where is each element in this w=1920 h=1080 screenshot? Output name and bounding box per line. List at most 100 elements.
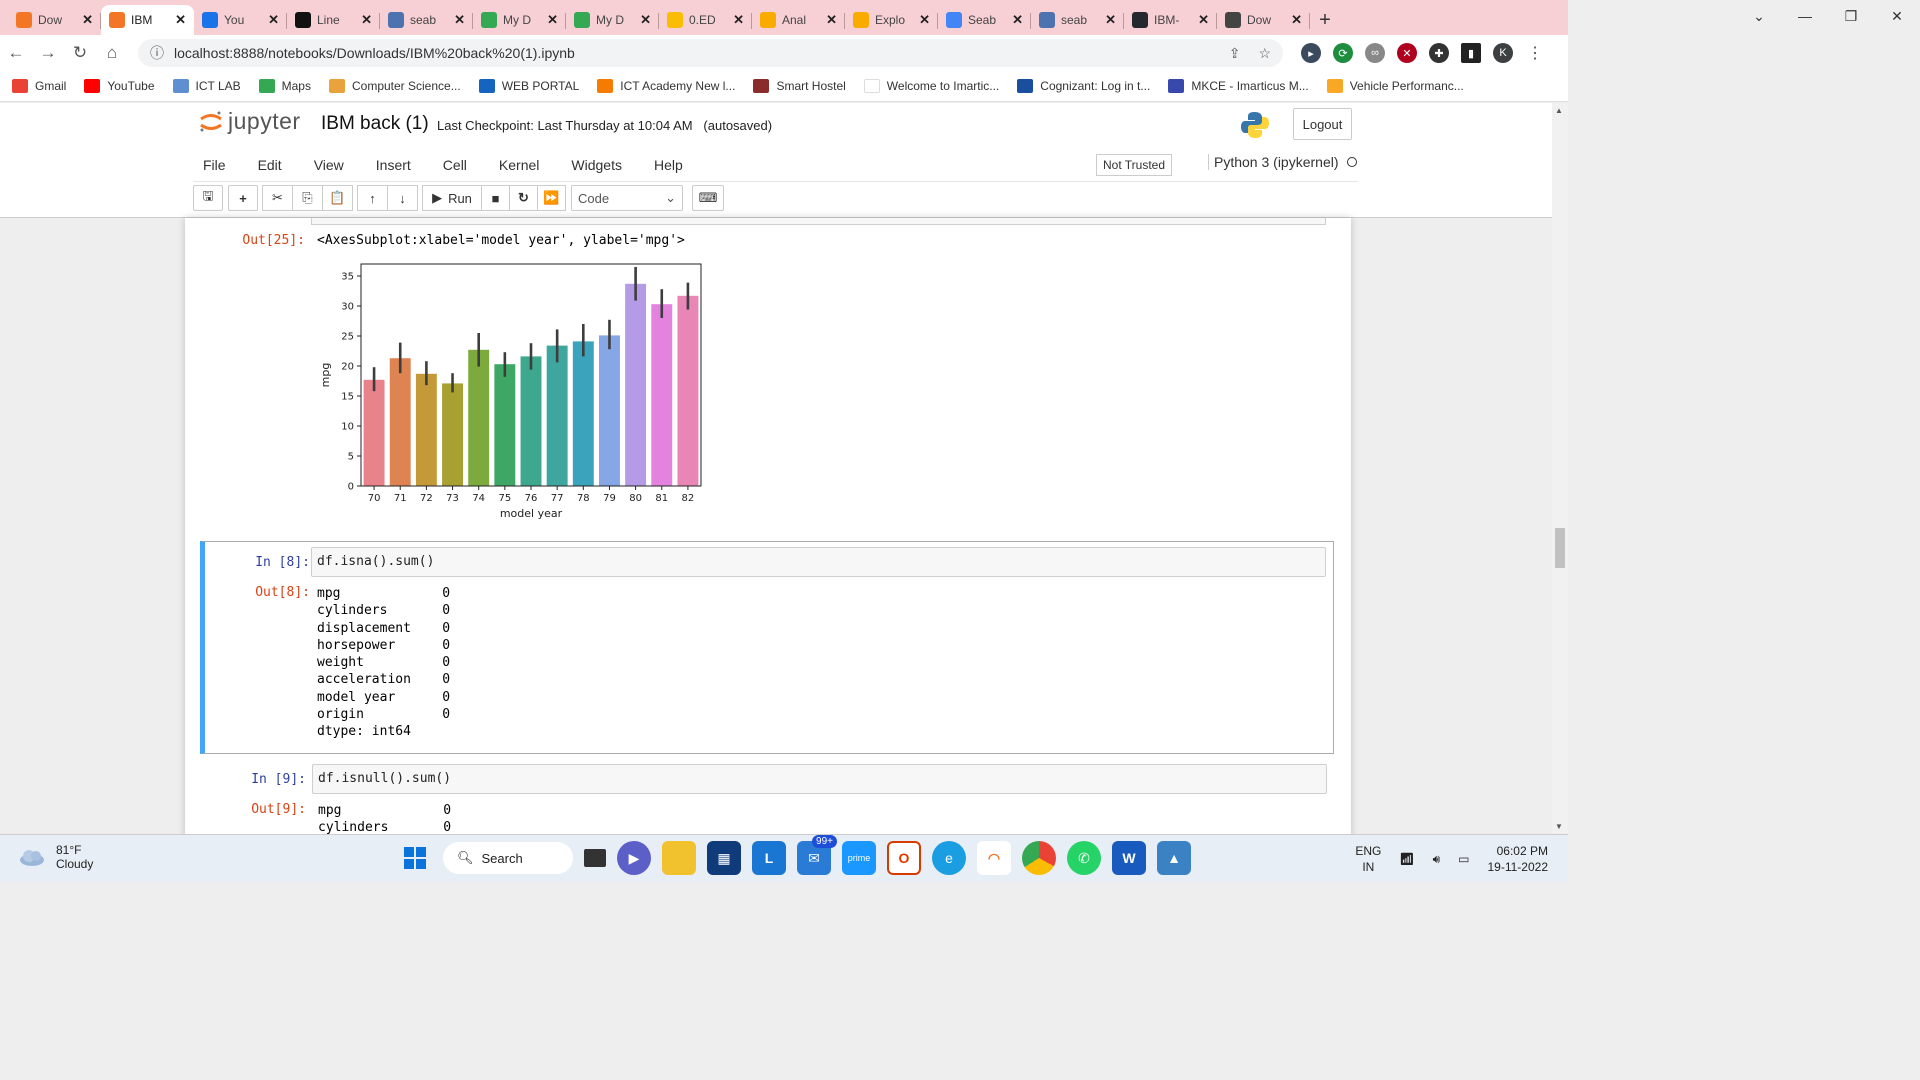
extension-icon[interactable]: ✕	[1397, 43, 1417, 63]
extension-icon[interactable]: ▸	[1301, 43, 1321, 63]
browser-tab[interactable]: Anal ✕	[752, 5, 845, 35]
browser-tab[interactable]: IBM ✕	[101, 5, 194, 35]
puzzle-icon[interactable]: ✚	[1429, 43, 1449, 63]
prime-video-icon[interactable]: prime	[842, 841, 876, 875]
browser-tab[interactable]: Dow ✕	[8, 5, 101, 35]
save-icon[interactable]: 🖫	[193, 185, 223, 211]
back-icon[interactable]: ←	[0, 43, 32, 63]
kebab-menu-icon[interactable]: ⋮	[1525, 43, 1545, 63]
code-input[interactable]: df.isnull().sum()	[312, 764, 1327, 794]
bookmark-item[interactable]: WEB PORTAL	[478, 79, 579, 93]
edge-icon[interactable]: e	[932, 841, 966, 875]
whatsapp-icon[interactable]: ✆	[1067, 841, 1101, 875]
menu-cell[interactable]: Cell	[443, 157, 483, 173]
mail-icon[interactable]: ✉ 99+	[797, 835, 837, 875]
menu-edit[interactable]: Edit	[258, 157, 298, 173]
bookmark-item[interactable]: Maps	[258, 79, 311, 93]
forward-icon[interactable]: →	[32, 43, 64, 63]
wifi-icon[interactable]: 📶︎	[1399, 852, 1414, 866]
weather-widget[interactable]: 81°F Cloudy	[18, 843, 93, 871]
profile-avatar[interactable]: K	[1493, 43, 1513, 63]
paste-icon[interactable]: 📋	[322, 185, 353, 211]
microsoft-store-icon[interactable]: ▦	[707, 841, 741, 875]
bookmark-item[interactable]: Smart Hostel	[753, 79, 846, 93]
home-icon[interactable]: ⌂	[96, 43, 128, 63]
close-tab-icon[interactable]: ✕	[1198, 12, 1209, 28]
copy-icon[interactable]: ⎘	[292, 185, 323, 211]
browser-tab[interactable]: Explo ✕	[845, 5, 938, 35]
bookmark-item[interactable]: ICT Academy New l...	[597, 79, 735, 93]
photos-icon[interactable]: ▲	[1157, 841, 1191, 875]
browser-tab[interactable]: seab ✕	[380, 5, 473, 35]
code-input[interactable]: df.isna().sum()	[311, 547, 1326, 577]
interrupt-icon[interactable]: ■	[481, 185, 510, 211]
office-icon[interactable]: O	[887, 841, 921, 875]
bookmark-item[interactable]: Computer Science...	[328, 79, 461, 93]
language-indicator[interactable]: ENG IN	[1355, 843, 1381, 875]
run-button[interactable]: ▶ Run	[422, 185, 482, 211]
close-tab-icon[interactable]: ✕	[361, 12, 372, 28]
move-up-icon[interactable]: ↑	[357, 185, 388, 211]
extension-icon[interactable]: ⟳	[1333, 43, 1353, 63]
notebook-cell-selected[interactable]: In [8]: df.isna().sum() Out[8]: mpg 0 cy…	[200, 541, 1334, 754]
bookmark-item[interactable]: Welcome to Imartic...	[863, 79, 999, 93]
keyboard-icon[interactable]: ⌨	[692, 185, 724, 211]
word-icon[interactable]: W	[1112, 841, 1146, 875]
close-tab-icon[interactable]: ✕	[733, 12, 744, 28]
share-icon[interactable]: ⇪	[1229, 45, 1241, 62]
minimize-button[interactable]: —	[1782, 0, 1828, 32]
close-tab-icon[interactable]: ✕	[1012, 12, 1023, 28]
task-view-icon[interactable]	[584, 849, 606, 867]
close-tab-icon[interactable]: ✕	[1105, 12, 1116, 28]
bookmark-item[interactable]: Vehicle Performanc...	[1326, 79, 1464, 93]
notebook-cell[interactable]: In [9]: df.isnull().sum() Out[9]: mpg 0 …	[200, 758, 1334, 834]
new-tab-button[interactable]: +	[1310, 5, 1340, 35]
close-tab-icon[interactable]: ✕	[268, 12, 279, 28]
tab-search-icon[interactable]: ⌄	[1736, 0, 1782, 32]
restore-button[interactable]: ❐	[1828, 0, 1874, 32]
move-down-icon[interactable]: ↓	[387, 185, 418, 211]
cell-type-select[interactable]: Code ⌄	[571, 185, 683, 211]
notebook-name[interactable]: IBM back (1)	[321, 113, 429, 135]
close-tab-icon[interactable]: ✕	[82, 12, 93, 28]
scroll-up-icon[interactable]: ▲	[1555, 106, 1563, 115]
teams-chat-icon[interactable]: ▶	[617, 841, 651, 875]
browser-tab[interactable]: You ✕	[194, 5, 287, 35]
close-tab-icon[interactable]: ✕	[175, 12, 186, 28]
browser-tab[interactable]: My D ✕	[473, 5, 566, 35]
extension-icon[interactable]: ∞	[1365, 43, 1385, 63]
bookmark-star-icon[interactable]: ☆	[1258, 45, 1271, 62]
file-explorer-icon[interactable]	[662, 841, 696, 875]
windows-start-icon[interactable]	[398, 841, 432, 875]
bookmark-item[interactable]: ICT LAB	[172, 79, 241, 93]
close-tab-icon[interactable]: ✕	[640, 12, 651, 28]
clock[interactable]: 06:02 PM 19-11-2022	[1488, 843, 1549, 875]
trust-indicator[interactable]: Not Trusted	[1096, 154, 1173, 176]
reload-icon[interactable]: ↻	[64, 43, 96, 63]
restart-run-all-icon[interactable]: ⏩	[537, 185, 566, 211]
scrollbar-thumb[interactable]	[1555, 528, 1565, 568]
page-scrollbar[interactable]: ▲ ▼	[1552, 103, 1568, 834]
menu-widgets[interactable]: Widgets	[571, 157, 638, 173]
browser-tab[interactable]: My D ✕	[566, 5, 659, 35]
cut-icon[interactable]: ✂	[262, 185, 293, 211]
menu-kernel[interactable]: Kernel	[499, 157, 555, 173]
browser-tab[interactable]: Seab ✕	[938, 5, 1031, 35]
taskbar-search[interactable]: 🔍︎ Search	[443, 842, 573, 874]
browser-tab[interactable]: 0.ED ✕	[659, 5, 752, 35]
close-tab-icon[interactable]: ✕	[919, 12, 930, 28]
close-tab-icon[interactable]: ✕	[547, 12, 558, 28]
browser-tab[interactable]: seab ✕	[1031, 5, 1124, 35]
bookmark-item[interactable]: YouTube	[84, 79, 155, 93]
close-tab-icon[interactable]: ✕	[454, 12, 465, 28]
kernel-indicator[interactable]: Python 3 (ipykernel)	[1208, 154, 1357, 170]
bookmark-item[interactable]: Cognizant: Log in t...	[1017, 79, 1150, 93]
insert-cell-icon[interactable]: +	[228, 185, 258, 211]
menu-insert[interactable]: Insert	[376, 157, 427, 173]
bookmark-item[interactable]: MKCE - Imarticus M...	[1168, 79, 1309, 93]
close-tab-icon[interactable]: ✕	[826, 12, 837, 28]
info-icon[interactable]: ⓘ	[150, 43, 164, 63]
volume-icon[interactable]: 🔊︎	[1433, 852, 1441, 867]
side-panel-icon[interactable]: ▮	[1461, 43, 1481, 63]
l-app-icon[interactable]: L	[752, 841, 786, 875]
